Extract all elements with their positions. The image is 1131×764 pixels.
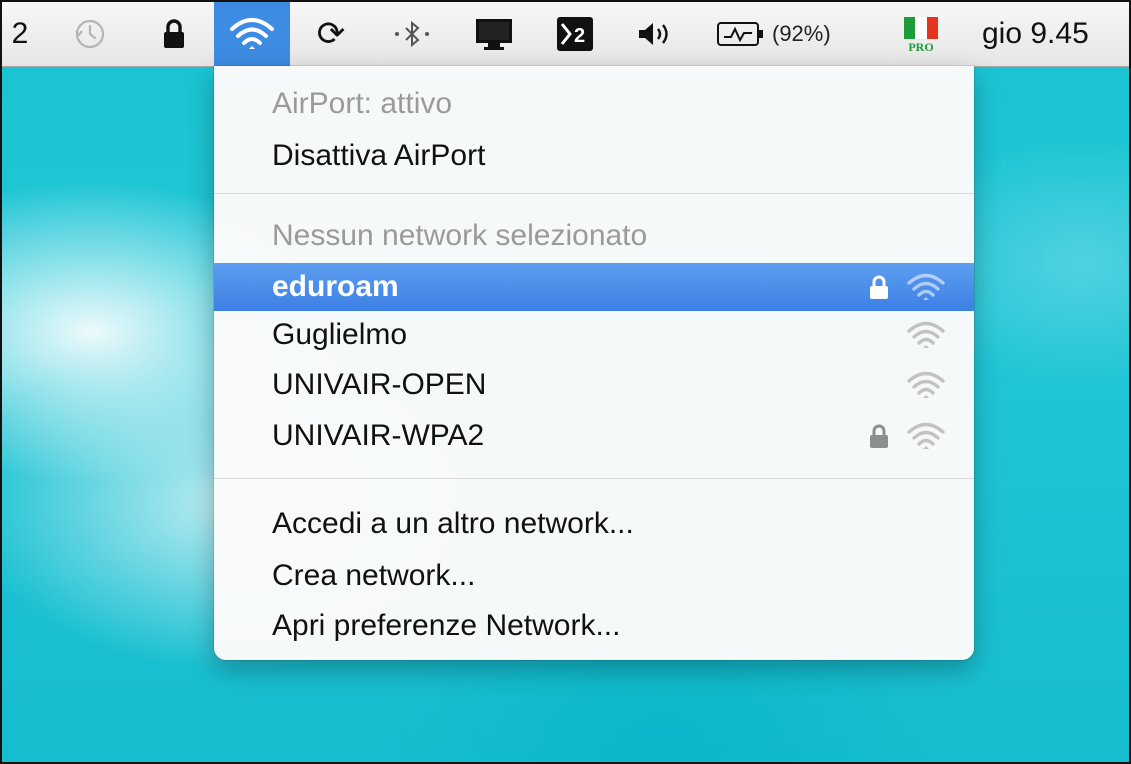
battery-percent: (92%): [772, 21, 831, 46]
menu-separator: [214, 478, 974, 479]
network-name: eduroam: [272, 270, 399, 303]
network-item-eduroam[interactable]: eduroam: [214, 263, 974, 311]
screen-frame: 2 ⟳ 2 (92%) PRO gio 9.45 AirPort: attivo…: [0, 0, 1131, 764]
network-item-guglielmo[interactable]: Guglielmo: [214, 311, 974, 359]
airport-status-item: AirPort: attivo: [214, 80, 974, 128]
open-network-preferences-item[interactable]: Apri preferenze Network...: [214, 602, 974, 650]
disable-airport-item[interactable]: Disattiva AirPort: [214, 132, 974, 180]
clock[interactable]: gio 9.45: [982, 2, 1129, 66]
lock-icon[interactable]: [152, 2, 196, 66]
wifi-signal-icon: [907, 371, 945, 398]
pro-badge: PRO: [908, 40, 934, 54]
sync-icon[interactable]: ⟳: [306, 2, 356, 66]
display-icon[interactable]: [466, 2, 522, 66]
svg-text:2: 2: [574, 25, 585, 47]
wifi-signal-icon: [907, 422, 945, 449]
network-name: UNIVAIR-WPA2: [272, 419, 485, 452]
network-name: UNIVAIR-OPEN: [272, 368, 487, 401]
menu-extra-icon[interactable]: 2: [550, 2, 600, 66]
create-network-label: Crea network...: [272, 559, 476, 592]
volume-icon[interactable]: [632, 2, 678, 66]
lock-icon: [870, 275, 888, 299]
join-other-label: Accedi a un altro network...: [272, 507, 634, 540]
join-other-network-item[interactable]: Accedi a un altro network...: [214, 500, 974, 548]
menu-separator: [214, 193, 974, 194]
battery-status[interactable]: (92%): [716, 2, 876, 66]
network-name: Guglielmo: [272, 318, 408, 351]
lock-icon: [870, 424, 888, 448]
network-item-univair-wpa2[interactable]: UNIVAIR-WPA2: [214, 412, 974, 460]
space-number[interactable]: 2: [8, 2, 32, 66]
network-item-univair-open[interactable]: UNIVAIR-OPEN: [214, 361, 974, 409]
no-network-label: Nessun network selezionato: [272, 219, 648, 252]
bluetooth-icon[interactable]: [384, 2, 440, 66]
space-number-label: 2: [11, 17, 29, 50]
disable-airport-label: Disattiva AirPort: [272, 139, 486, 172]
menu-bar: 2 ⟳ 2 (92%) PRO gio 9.45: [2, 2, 1129, 67]
open-preferences-label: Apri preferenze Network...: [272, 609, 621, 642]
no-network-item: Nessun network selezionato: [214, 212, 974, 260]
wifi-signal-icon: [907, 321, 945, 348]
wifi-signal-icon: [907, 273, 945, 300]
time-machine-icon[interactable]: [64, 2, 116, 66]
battery-icon: [717, 22, 763, 46]
airport-status-label: AirPort: attivo: [272, 87, 453, 120]
language-flag-icon[interactable]: PRO: [898, 2, 944, 66]
clock-label: gio 9.45: [982, 17, 1089, 50]
create-network-item[interactable]: Crea network...: [214, 552, 974, 600]
wifi-menu-icon[interactable]: [214, 2, 290, 66]
airport-menu: AirPort: attivo Disattiva AirPort Nessun…: [214, 66, 974, 660]
